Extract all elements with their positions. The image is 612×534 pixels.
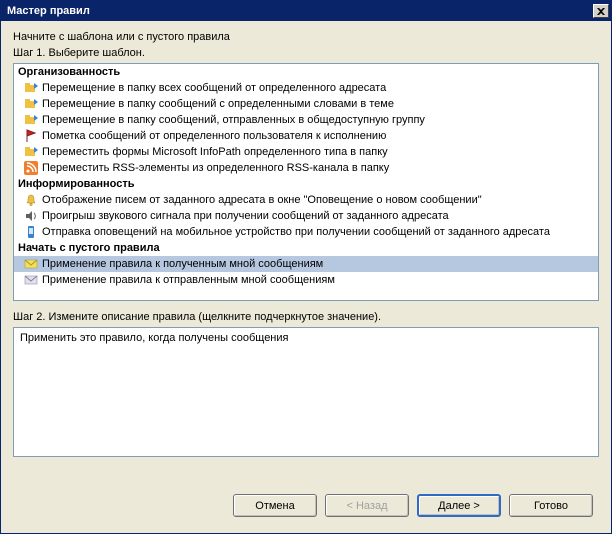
- template-item-play-sound[interactable]: Проигрыш звукового сигнала при получении…: [14, 208, 598, 224]
- template-item-move-public-group[interactable]: Перемещение в папку сообщений, отправлен…: [14, 112, 598, 128]
- close-icon: [597, 8, 605, 15]
- template-item-blank-outgoing[interactable]: Применение правила к отправленным мной с…: [14, 272, 598, 288]
- folder-move-icon: [24, 113, 38, 127]
- template-item-label: Проигрыш звукового сигнала при получении…: [42, 209, 449, 223]
- sound-icon: [24, 209, 38, 223]
- template-item-label: Перемещение в папку сообщений, отправлен…: [42, 113, 425, 127]
- template-item-label: Переместить формы Microsoft InfoPath опр…: [42, 145, 388, 159]
- template-item-flag-from-user[interactable]: Пометка сообщений от определенного польз…: [14, 128, 598, 144]
- wizard-button-row: Отмена < Назад Далее > Готово: [13, 488, 599, 523]
- rule-description-box[interactable]: Применить это правило, когда получены со…: [13, 327, 599, 457]
- template-item-label: Отправка оповещений на мобильное устройс…: [42, 225, 550, 239]
- bell-icon: [24, 193, 38, 207]
- cancel-button[interactable]: Отмена: [233, 494, 317, 517]
- intro-text: Начните с шаблона или с пустого правила: [13, 31, 599, 43]
- mail-out-icon: [24, 273, 38, 287]
- next-button[interactable]: Далее >: [417, 494, 501, 517]
- template-item-label: Применение правила к полученным мной соо…: [42, 257, 323, 271]
- template-item-move-infopath-forms[interactable]: Переместить формы Microsoft InfoPath опр…: [14, 144, 598, 160]
- template-item-label: Пометка сообщений от определенного польз…: [42, 129, 386, 143]
- template-listbox[interactable]: Организованность Перемещение в папку все…: [13, 63, 599, 301]
- folder-move-icon: [24, 81, 38, 95]
- back-button[interactable]: < Назад: [325, 494, 409, 517]
- template-item-send-mobile-alert[interactable]: Отправка оповещений на мобильное устройс…: [14, 224, 598, 240]
- template-item-blank-incoming[interactable]: Применение правила к полученным мной соо…: [14, 256, 598, 272]
- titlebar: Мастер правил: [1, 1, 611, 21]
- step1-label: Шаг 1. Выберите шаблон.: [13, 47, 599, 59]
- mobile-icon: [24, 225, 38, 239]
- rule-description-text: Применить это правило, когда получены со…: [20, 332, 289, 344]
- step2-label: Шаг 2. Измените описание правила (щелкни…: [13, 311, 599, 323]
- template-item-move-subject-words[interactable]: Перемещение в папку сообщений с определе…: [14, 96, 598, 112]
- flag-icon: [24, 129, 38, 143]
- dialog-body: Начните с шаблона или с пустого правила …: [1, 21, 611, 533]
- rss-icon: [24, 161, 38, 175]
- finish-button[interactable]: Готово: [509, 494, 593, 517]
- folder-move-icon: [24, 145, 38, 159]
- template-item-move-rss-items[interactable]: Переместить RSS-элементы из определенног…: [14, 160, 598, 176]
- section-header-organization: Организованность: [14, 64, 598, 80]
- template-item-label: Перемещение в папку сообщений с определе…: [42, 97, 394, 111]
- template-item-move-from-sender[interactable]: Перемещение в папку всех сообщений от оп…: [14, 80, 598, 96]
- section-header-awareness: Информированность: [14, 176, 598, 192]
- folder-move-icon: [24, 97, 38, 111]
- template-item-label: Отображение писем от заданного адресата …: [42, 193, 482, 207]
- template-item-label: Перемещение в папку всех сообщений от оп…: [42, 81, 386, 95]
- rules-wizard-window: Мастер правил Начните с шаблона или с пу…: [0, 0, 612, 534]
- close-button[interactable]: [593, 4, 609, 18]
- section-header-blank: Начать с пустого правила: [14, 240, 598, 256]
- template-item-label: Применение правила к отправленным мной с…: [42, 273, 335, 287]
- template-item-label: Переместить RSS-элементы из определенног…: [42, 161, 389, 175]
- window-title: Мастер правил: [7, 5, 90, 17]
- mail-in-icon: [24, 257, 38, 271]
- template-item-display-alert[interactable]: Отображение писем от заданного адресата …: [14, 192, 598, 208]
